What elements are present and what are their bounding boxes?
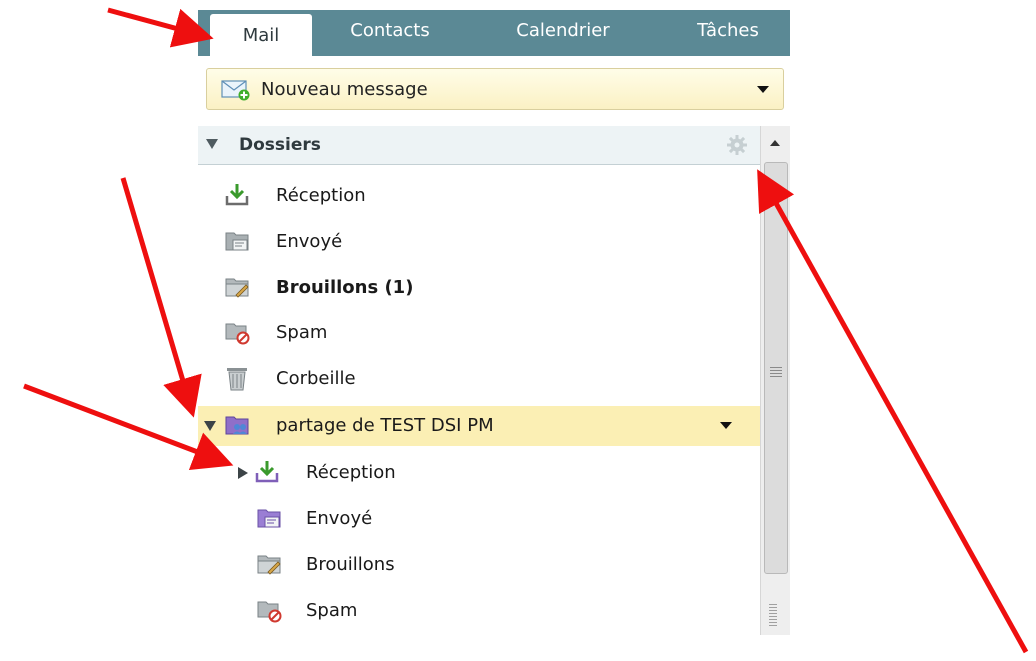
folder-label: Envoyé <box>306 508 373 529</box>
folder-label: Envoyé <box>276 231 343 252</box>
gear-icon[interactable] <box>726 134 748 156</box>
trash-icon <box>224 365 250 391</box>
new-message-button[interactable]: Nouveau message <box>206 68 784 110</box>
scrollbar-thumb[interactable] <box>764 162 788 574</box>
folder-label: Réception <box>276 185 366 206</box>
shared-mailbox-icon <box>224 412 250 438</box>
red-arrow-icon <box>23 383 234 471</box>
folders-header[interactable]: Dossiers <box>198 126 760 165</box>
tab-bar: Mail Contacts Calendrier Tâches <box>198 10 790 58</box>
collapse-triangle-icon[interactable] <box>206 139 218 149</box>
tab-taches[interactable]: Tâches <box>672 10 784 56</box>
grip-icon <box>770 367 782 377</box>
inbox-download-icon <box>224 182 250 208</box>
tab-contacts[interactable]: Contacts <box>332 10 448 56</box>
red-arrow-icon <box>107 7 214 48</box>
spam-folder-icon <box>224 319 250 345</box>
shared-mailbox-label: partage de TEST DSI PM <box>276 415 494 436</box>
shared-folder-envoye[interactable]: Envoyé <box>198 499 760 539</box>
folder-reception[interactable]: Réception <box>198 176 760 216</box>
new-message-label: Nouveau message <box>261 79 428 100</box>
folder-corbeille[interactable]: Corbeille <box>198 359 760 399</box>
chevron-down-icon[interactable] <box>720 422 732 429</box>
folders-header-label: Dossiers <box>239 135 321 155</box>
shared-folder-spam[interactable]: Spam <box>198 591 760 631</box>
folder-label: Brouillons <box>306 554 395 575</box>
expand-arrow-icon[interactable] <box>238 467 248 479</box>
inbox-download-icon <box>254 459 280 485</box>
folder-label: Corbeille <box>276 368 356 389</box>
folder-label: Spam <box>276 322 328 343</box>
new-mail-icon <box>221 79 251 101</box>
drafts-folder-icon <box>256 551 282 577</box>
folder-brouillons[interactable]: Brouillons (1) <box>198 268 760 308</box>
folder-spam[interactable]: Spam <box>198 313 760 353</box>
chevron-down-icon[interactable] <box>757 86 769 93</box>
shared-mailbox-row[interactable]: partage de TEST DSI PM <box>198 406 760 446</box>
expand-triangle-icon[interactable] <box>204 421 216 431</box>
scroll-up-arrow-icon[interactable] <box>761 126 790 160</box>
vertical-scrollbar[interactable] <box>760 126 790 635</box>
sent-folder-icon <box>256 505 282 531</box>
grip-icon <box>769 604 777 628</box>
red-arrow-icon <box>757 169 1029 654</box>
folder-label: Spam <box>306 600 358 621</box>
shared-folder-reception[interactable]: Réception <box>198 453 760 493</box>
shared-folder-brouillons[interactable]: Brouillons <box>198 545 760 585</box>
drafts-folder-icon <box>224 274 250 300</box>
folder-label: Réception <box>306 462 396 483</box>
folder-label: Brouillons (1) <box>276 277 414 298</box>
red-arrow-icon <box>120 177 202 418</box>
folder-envoye[interactable]: Envoyé <box>198 222 760 262</box>
sent-folder-icon <box>224 228 250 254</box>
spam-folder-icon <box>256 597 282 623</box>
tab-calendrier[interactable]: Calendrier <box>488 10 638 56</box>
tab-mail[interactable]: Mail <box>210 14 312 58</box>
